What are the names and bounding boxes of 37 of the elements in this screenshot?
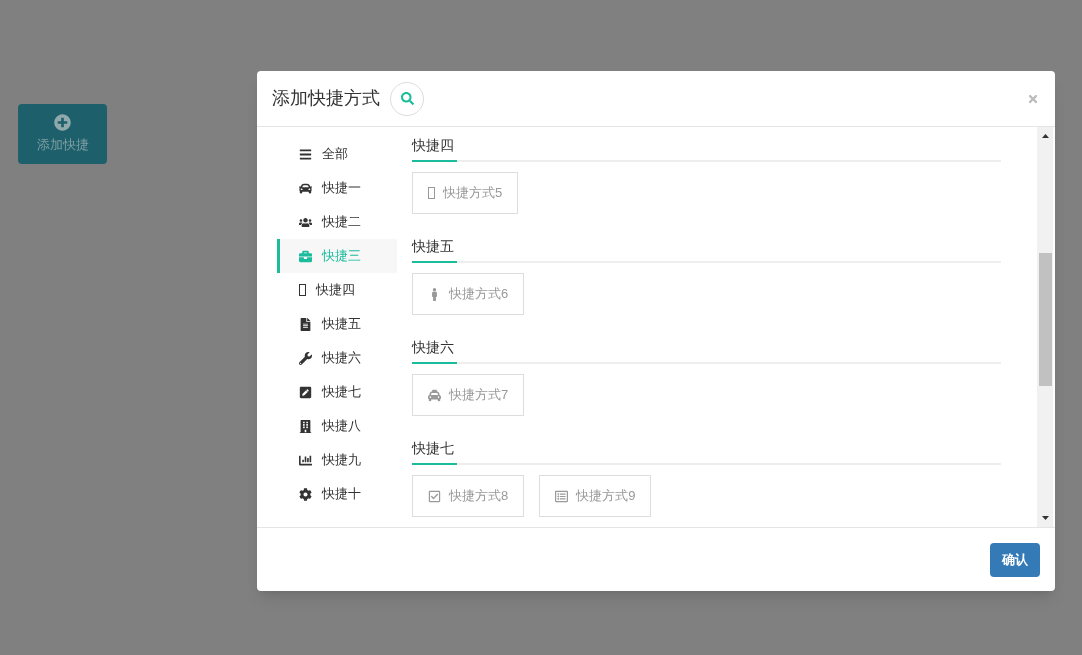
scroll-down-icon — [1041, 516, 1049, 520]
sidebar-item[interactable]: 快捷一 — [277, 171, 397, 205]
sidebar-item[interactable]: 快捷八 — [277, 409, 397, 443]
sidebar-item[interactable]: 快捷六 — [277, 341, 397, 375]
search-icon — [400, 92, 414, 105]
sidebar-item[interactable]: 快捷七 — [277, 375, 397, 409]
wrench-icon — [299, 351, 312, 365]
sidebar-item[interactable]: 快捷四 — [277, 273, 397, 307]
section-title: 快捷七 — [412, 438, 457, 465]
sidebar-item[interactable]: 快捷二 — [277, 205, 397, 239]
building-icon — [299, 419, 312, 433]
car-icon — [299, 181, 312, 195]
checkbox-icon — [428, 489, 441, 503]
section-title: 快捷五 — [412, 236, 457, 263]
section-title: 快捷四 — [412, 135, 457, 162]
sidebar-item[interactable]: 全部 — [277, 137, 397, 171]
confirm-button[interactable]: 确认 — [990, 542, 1040, 577]
settings-icon — [299, 487, 312, 501]
sidebar-item[interactable]: 快捷五 — [277, 307, 397, 341]
document-icon — [299, 317, 312, 331]
briefcase-icon — [299, 249, 312, 263]
scroll-up-icon — [1041, 134, 1049, 138]
bar-chart-icon — [299, 453, 312, 467]
section-title: 快捷六 — [412, 337, 457, 364]
sidebar-item[interactable]: 快捷九 — [277, 443, 397, 477]
close-icon — [1027, 92, 1039, 105]
people-icon — [299, 215, 312, 229]
missing-glyph-icon — [428, 187, 435, 199]
missing-glyph-icon — [299, 284, 306, 296]
taxi-icon — [428, 388, 441, 402]
dialog-title: 添加快捷方式 — [272, 87, 380, 110]
list-icon — [555, 489, 569, 503]
close-button[interactable] — [1027, 92, 1039, 105]
scrollbar[interactable] — [1037, 127, 1053, 527]
sidebar-item[interactable]: 快捷十 — [277, 477, 397, 511]
menu-icon — [299, 147, 312, 161]
scrollbar-thumb[interactable] — [1038, 253, 1052, 386]
